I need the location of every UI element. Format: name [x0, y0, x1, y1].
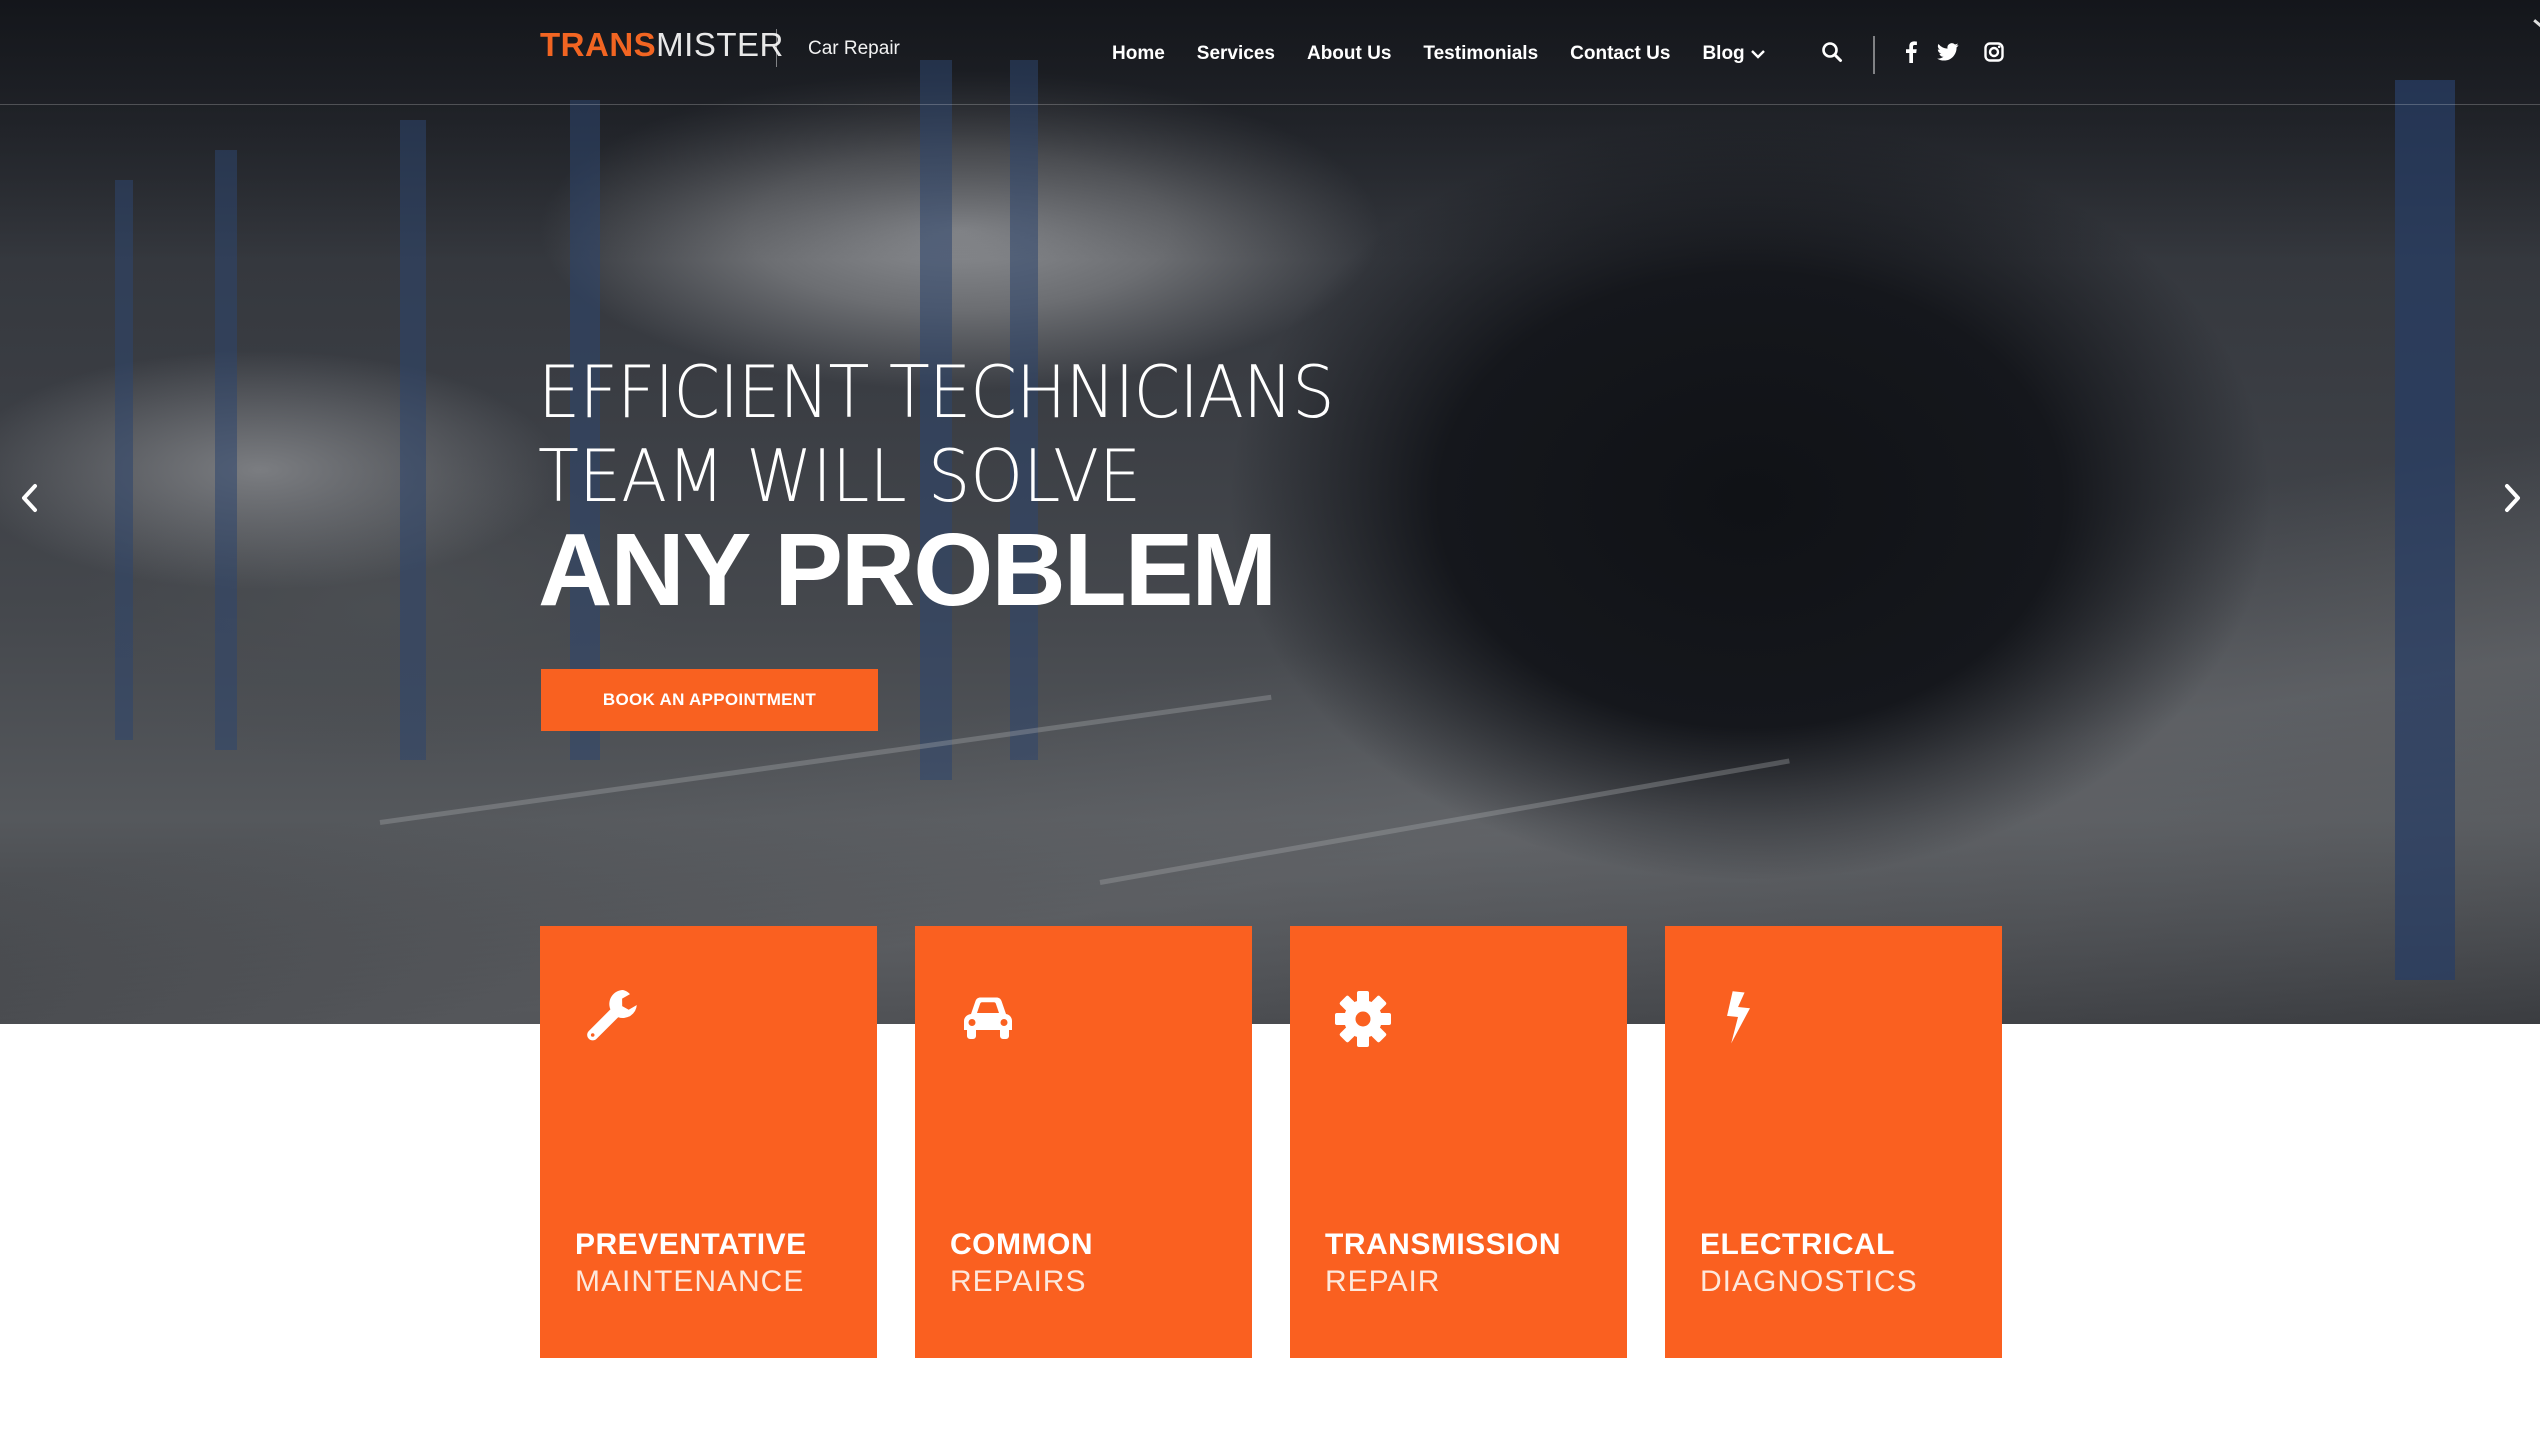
gear-icon — [1335, 991, 1391, 1047]
logo[interactable]: TRANSMISTER — [540, 26, 784, 64]
slider-prev-button[interactable] — [14, 478, 44, 518]
nav-blog[interactable]: Blog — [1702, 43, 1765, 65]
nav-contact-us-label: Contact Us — [1570, 43, 1671, 64]
slider-next-button[interactable] — [2498, 478, 2528, 518]
corner-mark — [2533, 19, 2540, 28]
background-lift-pillar — [400, 120, 426, 760]
hero-headline-line1: EFFICIENT TECHNICIANS — [538, 350, 1335, 434]
service-subtitle: REPAIR — [1325, 1265, 1441, 1298]
service-card-preventative-maintenance[interactable]: PREVENTATIVE MAINTENANCE — [540, 926, 877, 1358]
instagram-link[interactable] — [1982, 40, 2006, 64]
service-title: ELECTRICAL — [1700, 1228, 1895, 1261]
background-lift-pillar — [2395, 80, 2455, 980]
twitter-link[interactable] — [1936, 40, 1960, 64]
facebook-icon — [1906, 41, 1917, 63]
service-card-transmission-repair[interactable]: TRANSMISSION REPAIR — [1290, 926, 1627, 1358]
nav-home-label: Home — [1112, 43, 1165, 64]
hero-headline-line3: ANY PROBLEM — [538, 512, 1277, 627]
logo-part-mister: MISTER — [656, 26, 784, 63]
main-nav: Home Services About Us Testimonials Cont… — [1112, 40, 1798, 68]
nav-testimonials-label: Testimonials — [1423, 43, 1539, 64]
tagline: Car Repair — [808, 38, 900, 59]
service-subtitle: REPAIRS — [950, 1265, 1087, 1298]
service-card-electrical-diagnostics[interactable]: ELECTRICAL DIAGNOSTICS — [1665, 926, 2002, 1358]
wrench-icon — [587, 990, 637, 1041]
nav-services[interactable]: Services — [1197, 43, 1275, 65]
nav-services-label: Services — [1196, 43, 1275, 64]
service-title: PREVENTATIVE — [575, 1228, 807, 1261]
instagram-icon — [1984, 42, 2004, 62]
chevron-left-icon — [22, 484, 37, 512]
service-title: COMMON — [950, 1228, 1093, 1261]
book-appointment-button[interactable]: BOOK AN APPOINTMENT — [541, 669, 878, 731]
service-title: TRANSMISSION — [1325, 1228, 1562, 1261]
site-header: TRANSMISTER Car Repair Home Services Abo… — [0, 0, 2540, 105]
nav-divider — [1873, 36, 1875, 74]
nav-testimonials[interactable]: Testimonials — [1423, 43, 1538, 65]
background-lift-pillar — [215, 150, 237, 750]
hero-headline-line2: TEAM WILL SOLVE — [538, 434, 1142, 518]
nav-home[interactable]: Home — [1112, 43, 1165, 65]
logo-divider — [776, 29, 777, 67]
logo-part-trans: TRANS — [540, 26, 657, 63]
service-subtitle: MAINTENANCE — [575, 1265, 805, 1298]
background-floor-line — [1099, 758, 1790, 885]
nav-blog-label: Blog — [1702, 43, 1745, 64]
car-icon — [964, 997, 1012, 1039]
lightning-icon — [1727, 991, 1750, 1044]
facebook-link[interactable] — [1899, 40, 1923, 64]
service-subtitle: DIAGNOSTICS — [1700, 1265, 1918, 1298]
chevron-right-icon — [2505, 484, 2520, 512]
service-card-common-repairs[interactable]: COMMON REPAIRS — [915, 926, 1252, 1358]
background-lift-pillar — [115, 180, 133, 740]
search-button[interactable] — [1820, 40, 1844, 64]
nav-about-us-label: About Us — [1306, 43, 1392, 64]
twitter-icon — [1937, 43, 1959, 61]
nav-about-us[interactable]: About Us — [1307, 43, 1391, 65]
search-icon — [1822, 42, 1842, 62]
chevron-down-icon — [1750, 50, 1765, 59]
nav-contact-us[interactable]: Contact Us — [1570, 43, 1670, 65]
